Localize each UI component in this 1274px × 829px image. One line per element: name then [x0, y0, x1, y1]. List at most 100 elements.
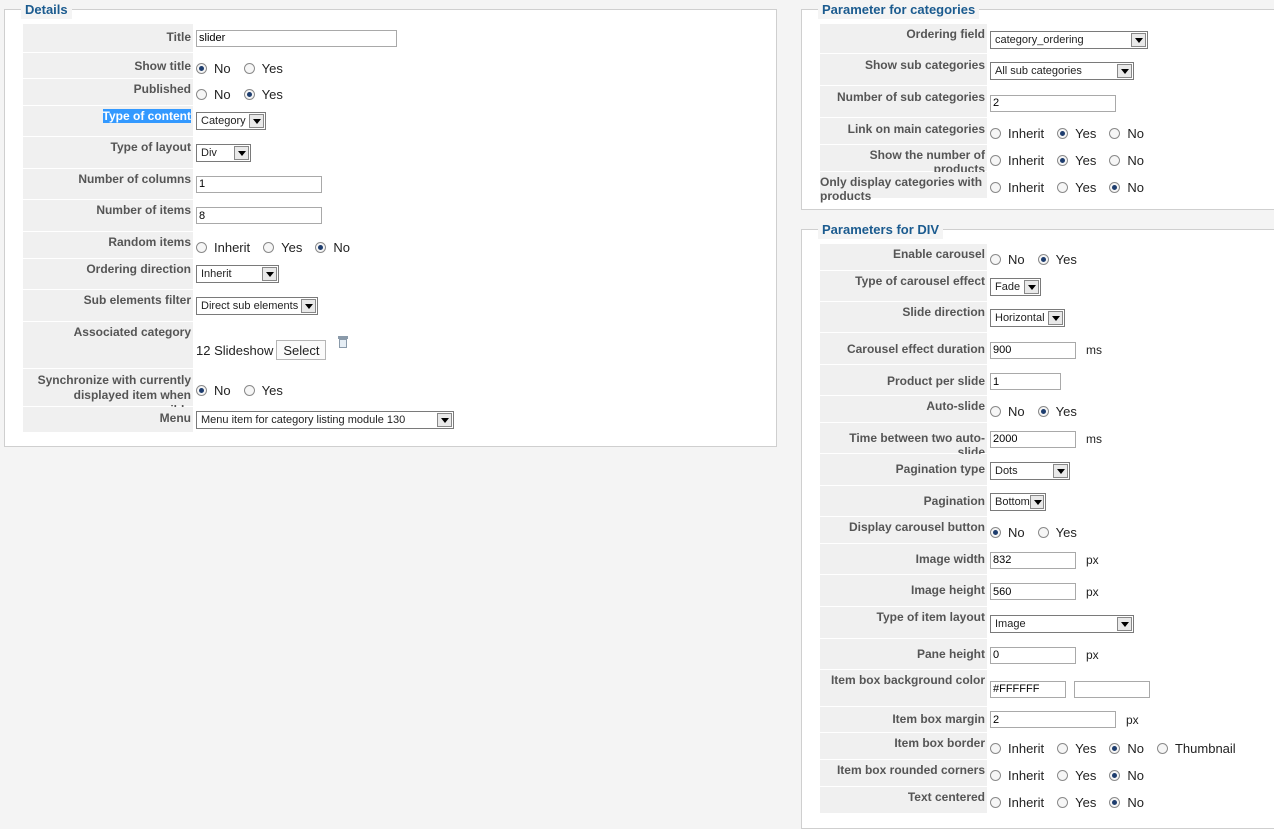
rounded-inherit-radio[interactable]	[990, 770, 1001, 781]
color-swatch[interactable]	[1074, 680, 1150, 698]
chevron-down-icon	[262, 267, 277, 281]
display-button-yes-radio[interactable]	[1037, 527, 1049, 538]
box-margin-label: Item box margin	[820, 707, 987, 732]
trash-icon[interactable]	[338, 336, 349, 348]
select-category-button[interactable]: Select	[276, 340, 327, 360]
bg-color-label: Item box background color	[820, 670, 987, 706]
image-height-label: Image height	[820, 575, 987, 606]
carousel-effect-select[interactable]: Fade	[990, 278, 1041, 296]
carousel-no-radio[interactable]	[990, 254, 1001, 265]
show-title-yes-radio[interactable]	[243, 63, 255, 74]
only-display-inherit-radio[interactable]	[990, 182, 1001, 193]
pagination-type-label: Pagination type	[820, 454, 987, 485]
option-label: Yes	[261, 86, 283, 102]
border-yes-radio[interactable]	[1057, 743, 1069, 754]
border-no-radio[interactable]	[1109, 743, 1121, 754]
link-main-no-radio[interactable]	[1109, 128, 1121, 139]
random-inherit-radio[interactable]	[196, 241, 207, 253]
option-label: Yes	[1075, 153, 1097, 168]
num-columns-input[interactable]	[196, 175, 322, 193]
unit-ms: ms	[1086, 432, 1102, 446]
random-no-radio[interactable]	[315, 241, 327, 253]
show-num-inherit-radio[interactable]	[990, 155, 1001, 166]
type-layout-label: Type of layout	[23, 137, 193, 168]
option-label: Inherit	[1008, 768, 1045, 783]
carousel-effect-label: Type of carousel effect	[820, 271, 987, 301]
assoc-category-label: Associated category	[23, 322, 193, 368]
type-content-select[interactable]: Category	[196, 112, 266, 130]
published-yes-radio[interactable]	[243, 88, 255, 100]
effect-duration-input[interactable]	[990, 341, 1076, 359]
select-value: All sub categories	[995, 65, 1082, 77]
image-width-input[interactable]	[990, 551, 1076, 569]
auto-slide-no-radio[interactable]	[990, 406, 1001, 417]
published-no-radio[interactable]	[196, 88, 207, 100]
slide-direction-label: Slide direction	[820, 302, 987, 332]
sync-no-radio[interactable]	[196, 385, 207, 396]
option-label: Inherit	[1008, 741, 1045, 756]
random-yes-radio[interactable]	[263, 241, 275, 253]
rounded-yes-radio[interactable]	[1057, 770, 1069, 781]
show-sub-select[interactable]: All sub categories	[990, 62, 1134, 80]
product-per-slide-input[interactable]	[990, 373, 1061, 390]
slide-direction-select[interactable]: Horizontal	[990, 309, 1065, 327]
chevron-down-icon	[234, 145, 249, 160]
item-layout-select[interactable]: Image	[990, 614, 1134, 633]
centered-inherit-radio[interactable]	[990, 797, 1001, 808]
num-sub-input[interactable]	[990, 94, 1116, 112]
link-main-inherit-radio[interactable]	[990, 128, 1001, 139]
select-value: Menu item for category listing module 13…	[201, 413, 406, 426]
option-label: Inherit	[1008, 180, 1045, 195]
chevron-down-icon	[249, 114, 264, 128]
only-display-no-radio[interactable]	[1109, 182, 1121, 193]
time-between-input[interactable]	[990, 430, 1076, 448]
chevron-down-icon	[301, 298, 316, 313]
details-panel: Details Title Show title No Yes Publishe…	[4, 1, 777, 447]
image-height-input[interactable]	[990, 583, 1076, 600]
pagination-select[interactable]: Bottom	[990, 493, 1046, 511]
chevron-down-icon	[1053, 463, 1068, 478]
option-label: No	[214, 61, 231, 76]
bg-color-input[interactable]	[990, 680, 1066, 698]
centered-yes-radio[interactable]	[1057, 797, 1069, 808]
pane-height-input[interactable]	[990, 646, 1076, 664]
border-inherit-radio[interactable]	[990, 743, 1001, 754]
sync-yes-radio[interactable]	[243, 385, 255, 396]
sub-filter-select[interactable]: Direct sub elements	[196, 296, 318, 315]
carousel-yes-radio[interactable]	[1037, 254, 1049, 265]
ordering-direction-select[interactable]: Inherit	[196, 265, 279, 283]
ordering-field-select[interactable]: category_ordering	[990, 31, 1148, 49]
chevron-down-icon	[1024, 280, 1039, 294]
chevron-down-icon	[1029, 495, 1044, 509]
show-num-yes-radio[interactable]	[1057, 155, 1069, 166]
show-num-no-radio[interactable]	[1109, 155, 1121, 166]
sync-label-line1: Synchronize with currently	[37, 373, 191, 387]
menu-select[interactable]: Menu item for category listing module 13…	[196, 410, 454, 429]
select-value: Direct sub elements	[201, 299, 299, 312]
option-label: Inherit	[214, 239, 251, 255]
option-label: Yes	[1075, 741, 1097, 756]
num-items-input[interactable]	[196, 207, 322, 224]
auto-slide-yes-radio[interactable]	[1037, 406, 1049, 417]
display-button-no-radio[interactable]	[990, 527, 1001, 538]
ordering-field-label: Ordering field	[820, 24, 987, 53]
select-value: Div	[201, 146, 217, 159]
chevron-down-icon	[437, 412, 452, 427]
product-per-slide-label: Product per slide	[820, 365, 987, 395]
centered-no-radio[interactable]	[1109, 797, 1121, 808]
rounded-no-radio[interactable]	[1109, 770, 1121, 781]
show-title-no-radio[interactable]	[196, 63, 207, 74]
border-thumbnail-radio[interactable]	[1156, 743, 1168, 754]
only-display-yes-radio[interactable]	[1057, 182, 1069, 193]
box-margin-input[interactable]	[990, 711, 1116, 728]
title-input[interactable]	[196, 29, 397, 47]
option-label: Yes	[1055, 252, 1077, 267]
pagination-label: Pagination	[820, 486, 987, 516]
type-layout-select[interactable]: Div	[196, 143, 251, 162]
option-label: No	[1008, 525, 1025, 540]
text-centered-label: Text centered	[820, 787, 987, 813]
link-main-yes-radio[interactable]	[1057, 128, 1069, 139]
pagination-type-select[interactable]: Dots	[990, 461, 1070, 480]
num-sub-label: Number of sub categories	[820, 86, 987, 117]
assoc-category-value: 12 Slideshow	[196, 342, 274, 358]
